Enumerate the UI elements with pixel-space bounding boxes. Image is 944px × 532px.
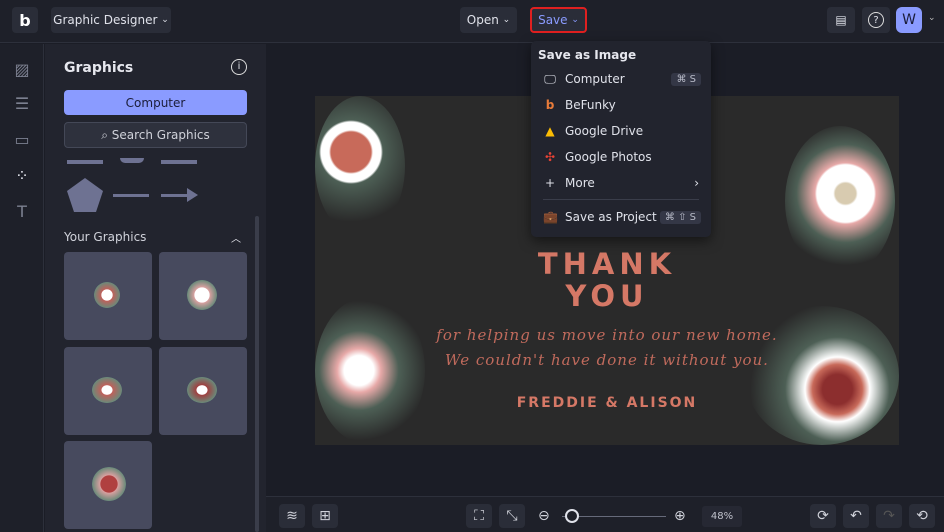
chevron-down-icon[interactable]: ⌄ xyxy=(928,13,936,23)
shape-rect[interactable] xyxy=(67,160,103,164)
save-befunky-item[interactable]: b BeFunky xyxy=(543,94,701,116)
reset-button[interactable]: ⟳ xyxy=(810,504,836,528)
befunky-icon: b xyxy=(545,98,555,112)
chevron-down-icon: ⌄ xyxy=(502,15,511,25)
grid-icon: ⊞ xyxy=(319,508,331,524)
graphic-thumbnail[interactable] xyxy=(64,347,152,435)
shape-trapezoid[interactable] xyxy=(161,160,197,164)
save-menu-heading: Save as Image xyxy=(538,48,637,62)
graphics-panel: Graphics i Computer ⌕ Search Graphics Yo… xyxy=(45,44,266,532)
layers-icon: ≋ xyxy=(286,508,298,524)
save-button[interactable]: Save ⌄ xyxy=(530,7,587,33)
chevron-up-icon[interactable]: ︿ xyxy=(231,230,241,245)
computer-button[interactable]: Computer xyxy=(64,90,247,115)
save-computer-item[interactable]: 🖵 Computer ⌘ S xyxy=(543,68,701,90)
chevron-right-icon: › xyxy=(694,176,699,190)
top-bar: b Graphic Designer ⌄ Open ⌄ Save ⌄ ▤ ? W… xyxy=(0,0,944,43)
save-more-item[interactable]: + More › xyxy=(543,172,701,194)
bottom-toolbar: ≋ ⊞ ⛶ ⤡ ⊖ ⊕ 48% ⟳ ↶ ↷ ⟲ xyxy=(266,496,944,532)
shape-pentagon xyxy=(67,178,103,212)
avatar[interactable]: W xyxy=(896,7,922,33)
zoom-out-icon[interactable]: ⊖ xyxy=(538,508,550,524)
tool-rail: ▨ ☰ ▭ ⁘ T xyxy=(0,44,44,532)
shape-arrow xyxy=(161,194,189,197)
card-title-line2: YOU xyxy=(565,279,649,313)
shape-line xyxy=(113,194,149,197)
save-as-project-item[interactable]: 💼 Save as Project ⌘ ⇧ S xyxy=(543,206,701,228)
card-names: FREDDIE & ALISON xyxy=(516,395,698,411)
shrink-icon: ⤡ xyxy=(506,508,518,524)
floral-decoration xyxy=(315,96,405,236)
panel-title: Graphics xyxy=(64,60,134,76)
search-graphics-button[interactable]: ⌕ Search Graphics xyxy=(64,122,247,148)
actual-size-button[interactable]: ⤡ xyxy=(499,504,525,528)
image-icon[interactable]: ▨ xyxy=(12,60,32,80)
zoom-slider-handle[interactable] xyxy=(565,509,579,523)
befunky-logo[interactable]: b xyxy=(12,7,38,33)
graphic-thumbnail[interactable] xyxy=(159,252,247,340)
floral-decoration xyxy=(315,296,425,445)
info-icon[interactable]: i xyxy=(231,59,247,75)
app-menu-button[interactable]: Graphic Designer ⌄ xyxy=(51,7,171,33)
google-drive-icon: ▲ xyxy=(545,124,555,138)
undo-icon: ↶ xyxy=(850,508,862,524)
graphic-thumbnail[interactable] xyxy=(64,252,152,340)
history-icon: ⟲ xyxy=(916,508,928,524)
fit-screen-button[interactable]: ⛶ xyxy=(466,504,492,528)
your-graphics-heading: Your Graphics xyxy=(64,230,147,244)
undo-button[interactable]: ↶ xyxy=(843,504,869,528)
save-google-drive-item[interactable]: ▲ Google Drive xyxy=(543,120,701,142)
save-menu: Save as Image 🖵 Computer ⌘ S b BeFunky ▲ Goo… xyxy=(531,41,711,237)
text-icon[interactable]: T xyxy=(12,202,32,222)
refresh-icon: ⟳ xyxy=(817,508,829,524)
briefcase-icon: 💼 xyxy=(543,210,558,224)
open-button[interactable]: Open ⌄ xyxy=(460,7,517,33)
graphic-thumbnail[interactable] xyxy=(159,347,247,435)
redo-button[interactable]: ↷ xyxy=(876,504,902,528)
scrollbar[interactable] xyxy=(255,216,259,532)
shapes-row xyxy=(67,178,198,212)
shape-semicircle[interactable] xyxy=(120,158,144,163)
divider xyxy=(543,199,699,200)
card-message-line2: We couldn't have done it without you. xyxy=(445,351,769,369)
graphic-thumbnail[interactable] xyxy=(64,441,152,529)
comments-button[interactable]: ▤ xyxy=(827,7,855,33)
expand-icon: ⛶ xyxy=(474,508,484,524)
plus-icon: + xyxy=(544,176,556,190)
google-photos-icon: ✣ xyxy=(544,150,556,164)
comment-icon: ▤ xyxy=(835,13,847,27)
zoom-in-icon[interactable]: ⊕ xyxy=(674,508,686,524)
layout-icon[interactable]: ▭ xyxy=(12,130,32,150)
card-message-line1: for helping us move into our new home. xyxy=(436,326,778,344)
help-button[interactable]: ? xyxy=(862,7,890,33)
monitor-icon: 🖵 xyxy=(544,71,556,86)
graphics-icon[interactable]: ⁘ xyxy=(12,166,32,186)
layers-button[interactable]: ≋ xyxy=(279,504,305,528)
card-title-line1: THANK xyxy=(537,247,677,281)
adjustments-icon[interactable]: ☰ xyxy=(12,94,32,114)
save-google-photos-item[interactable]: ✣ Google Photos xyxy=(543,146,701,168)
search-icon: ⌕ xyxy=(101,127,112,142)
help-icon: ? xyxy=(868,12,884,28)
history-button[interactable]: ⟲ xyxy=(909,504,935,528)
zoom-level[interactable]: 48% xyxy=(702,506,742,527)
redo-icon: ↷ xyxy=(883,508,895,524)
grid-button[interactable]: ⊞ xyxy=(312,504,338,528)
chevron-down-icon: ⌄ xyxy=(161,15,169,25)
chevron-down-icon: ⌄ xyxy=(571,15,579,25)
